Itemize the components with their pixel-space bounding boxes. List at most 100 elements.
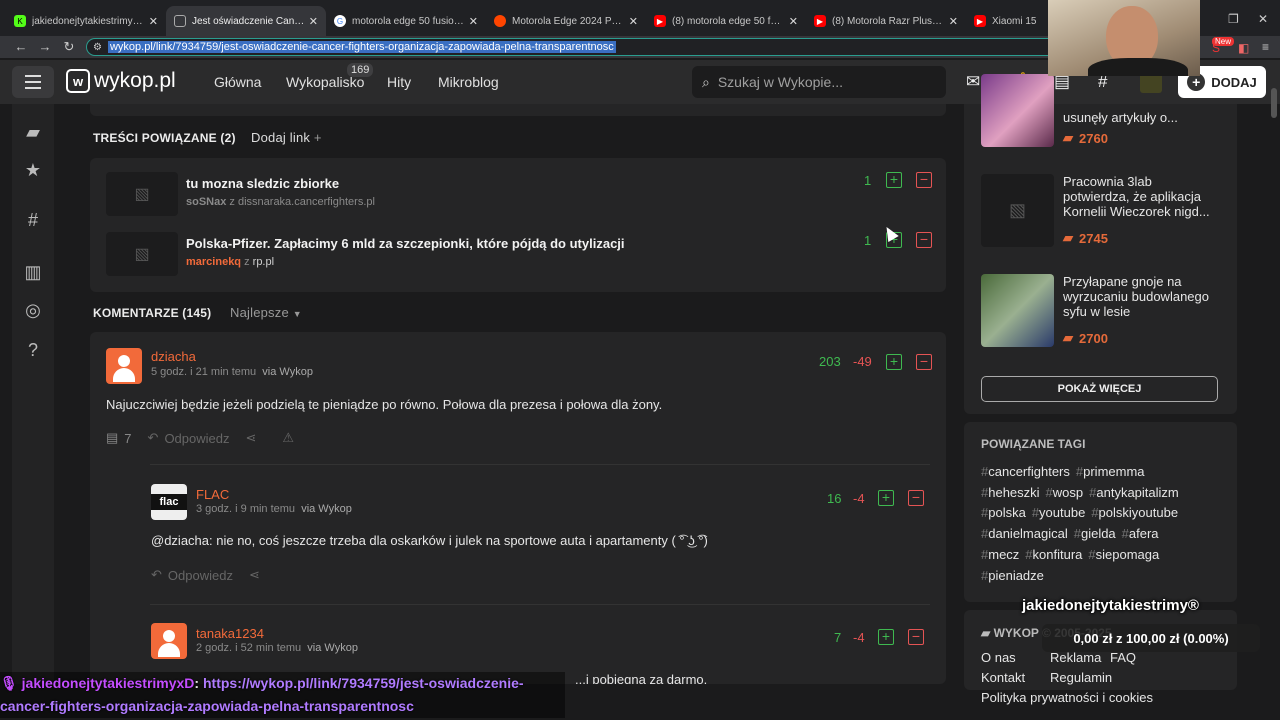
replies-icon[interactable]: ▤	[106, 430, 118, 446]
stream-channel-name: jakiedonejtytakiestrimy®	[1022, 597, 1199, 614]
tag-link[interactable]: polskiyoutube	[1091, 505, 1178, 520]
nav-mikroblog[interactable]: Mikroblog	[438, 74, 499, 90]
tag-link[interactable]: cancerfighters	[981, 464, 1070, 479]
article-title[interactable]: usunęły artykuły o...	[1063, 110, 1221, 125]
badges-icon[interactable]: ◎	[23, 300, 43, 320]
related-source[interactable]: dissnaraka.cancerfighters.pl	[238, 196, 375, 208]
site-info-icon[interactable]: ⚙	[93, 42, 102, 53]
close-tab-icon[interactable]: ✕	[469, 15, 478, 28]
back-icon[interactable]: ←	[10, 39, 32, 54]
related-item[interactable]: ▧ Polska-Pfizer. Zapłacimy 6 mld za szcz…	[106, 232, 932, 278]
site-logo[interactable]: w wykop.pl	[66, 69, 176, 93]
close-tab-icon[interactable]: ✕	[949, 15, 958, 28]
close-tab-icon[interactable]: ✕	[149, 15, 158, 28]
tag-link[interactable]: siepomaga	[1088, 547, 1159, 562]
restore-window-icon[interactable]: ❐	[1228, 12, 1239, 26]
footer-link[interactable]: Polityka prywatności i cookies	[981, 690, 1153, 705]
browser-tab[interactable]: Gmotorola edge 50 fusion pwm ✕	[326, 6, 486, 36]
show-more-button[interactable]: POKAŻ WIĘCEJ	[981, 376, 1218, 402]
browser-tab[interactable]: Motorola Edge 2024 PWM : r/ ✕	[486, 6, 646, 36]
footer-link[interactable]: O nas	[981, 650, 1016, 665]
forward-icon[interactable]: →	[34, 39, 56, 54]
tag-link[interactable]: heheszki	[981, 485, 1040, 500]
nav-glowna[interactable]: Główna	[214, 74, 261, 90]
close-tab-icon[interactable]: ✕	[789, 15, 798, 28]
browser-tab[interactable]: ▶ (8) motorola edge 50 fusion p ✕	[646, 6, 806, 36]
footer-link[interactable]: Reklama	[1050, 650, 1101, 665]
tags-icon[interactable]: #	[23, 210, 43, 230]
comment-author[interactable]: tanaka1234	[196, 626, 264, 641]
browser-tab[interactable]: ▶ (8) Motorola Razr Plus PWM v ✕	[806, 6, 966, 36]
tag-link[interactable]: afera	[1122, 526, 1159, 541]
hamburger-menu-button[interactable]	[12, 66, 54, 98]
close-window-icon[interactable]: ✕	[1258, 12, 1268, 26]
tags-heading: POWIĄZANE TAGI	[981, 437, 1086, 451]
comment-author[interactable]: dziacha	[151, 349, 196, 364]
article-title[interactable]: Pracownia 3lab potwierdza, że aplikacja …	[1063, 174, 1221, 219]
article-title[interactable]: Przyłapane gnoje na wyrzucaniu budowlane…	[1063, 274, 1221, 319]
avatar[interactable]	[151, 623, 187, 659]
reload-icon[interactable]: ↻	[58, 39, 80, 55]
downvote-button[interactable]: −	[916, 232, 932, 248]
messages-icon[interactable]: ✉	[966, 72, 980, 92]
comments-sort-dropdown[interactable]: Najlepsze ▼	[230, 305, 302, 320]
replies-count[interactable]: 7	[124, 431, 131, 446]
nav-hity[interactable]: Hity	[387, 74, 411, 90]
article-item[interactable]: Przyłapane gnoje na wyrzucaniu budowlane…	[981, 274, 1221, 349]
upvote-button[interactable]: +	[878, 629, 894, 645]
hot-icon[interactable]: ▰	[23, 122, 43, 142]
reply-button[interactable]: Odpowiedz	[164, 431, 229, 446]
favorites-icon[interactable]: ★	[23, 160, 43, 180]
page-scrollbar[interactable]	[1271, 88, 1277, 118]
tag-link[interactable]: pieniadze	[981, 568, 1044, 583]
upvote-button[interactable]: +	[886, 354, 902, 370]
tag-link[interactable]: youtube	[1032, 505, 1086, 520]
avatar[interactable]	[106, 348, 142, 384]
downvote-button[interactable]: −	[908, 629, 924, 645]
tag-link[interactable]: konfitura	[1025, 547, 1082, 562]
related-title[interactable]: tu mozna sledzic zbiorke	[186, 176, 339, 191]
add-link-button[interactable]: Dodaj link +	[251, 130, 322, 145]
tag-link[interactable]: antykapitalizm	[1089, 485, 1179, 500]
share-icon[interactable]: ⋖	[249, 567, 260, 583]
browser-tab[interactable]: ▶ Xiaomi 15	[966, 6, 1056, 36]
search-input[interactable]: ⌕ Szukaj w Wykopie...	[692, 66, 946, 98]
article-item[interactable]: usunęły artykuły o... ▰ 2760	[981, 74, 1221, 149]
url-field[interactable]: ⚙ wykop.pl/link/7934759/jest-oswiadczeni…	[86, 38, 1126, 56]
comment-text: ...i pobiegną za darmo.	[575, 672, 708, 684]
tag-link[interactable]: primemma	[1076, 464, 1145, 479]
report-icon[interactable]: ⚠	[282, 430, 294, 446]
downvote-button[interactable]: −	[908, 490, 924, 506]
close-tab-icon[interactable]: ✕	[629, 15, 638, 28]
footer-link[interactable]: Kontakt	[981, 670, 1025, 685]
browser-tab-active[interactable]: Jest oświadczenie Cancer Fight ✕	[166, 6, 326, 36]
related-author[interactable]: soSNax	[186, 196, 226, 208]
article-item[interactable]: ▧ Pracownia 3lab potwierdza, że aplikacj…	[981, 174, 1221, 249]
tag-link[interactable]: danielmagical	[981, 526, 1068, 541]
comment-author[interactable]: FLAC	[196, 487, 229, 502]
avatar[interactable]: flac	[151, 484, 187, 520]
share-icon[interactable]: ⋖	[245, 430, 256, 446]
close-tab-icon[interactable]: ✕	[309, 15, 318, 28]
extension-icon[interactable]: ◧	[1238, 41, 1249, 55]
help-icon[interactable]: ?	[23, 340, 43, 360]
tag-link[interactable]: polska	[981, 505, 1026, 520]
upvote-button[interactable]: +	[878, 490, 894, 506]
tag-link[interactable]: mecz	[981, 547, 1019, 562]
downvote-button[interactable]: −	[916, 354, 932, 370]
downvote-button[interactable]: −	[916, 172, 932, 188]
ranking-icon[interactable]: ▥	[23, 262, 43, 282]
tag-link[interactable]: gielda	[1074, 526, 1116, 541]
related-source[interactable]: rp.pl	[253, 256, 274, 268]
related-author[interactable]: marcinekq	[186, 256, 241, 268]
reply-button[interactable]: Odpowiedz	[168, 568, 233, 583]
menu-icon[interactable]: ≡	[1262, 40, 1269, 54]
related-title[interactable]: Polska-Pfizer. Zapłacimy 6 mld za szczep…	[186, 236, 625, 251]
extension-icon[interactable]: S	[1212, 41, 1220, 55]
related-item[interactable]: ▧ tu mozna sledzic zbiorke soSNax z diss…	[106, 172, 932, 218]
footer-link[interactable]: FAQ	[1110, 650, 1136, 665]
tag-link[interactable]: wosp	[1046, 485, 1084, 500]
footer-link[interactable]: Regulamin	[1050, 670, 1112, 685]
browser-tab[interactable]: KjakiedonejtytakiestrimyxD ✕	[6, 6, 166, 36]
upvote-button[interactable]: +	[886, 172, 902, 188]
